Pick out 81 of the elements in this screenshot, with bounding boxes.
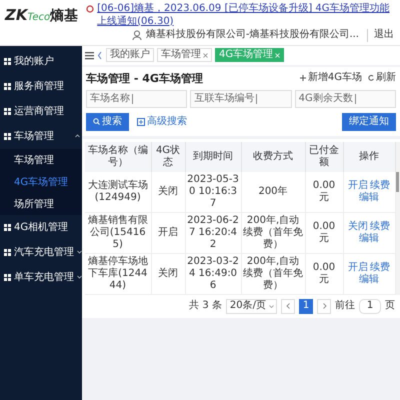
column-header: 收费方式 xyxy=(241,142,305,172)
chevron-down-icon xyxy=(269,304,274,309)
table-cell: 2023-03-24 16:49:06 xyxy=(185,253,241,294)
plus-box-icon xyxy=(137,118,145,126)
grid-icon xyxy=(4,132,11,140)
input-field[interactable]: 4G剩余天数 xyxy=(294,90,396,108)
chevron-right-icon xyxy=(322,303,326,310)
action-link[interactable]: 开启 xyxy=(348,180,368,192)
prev-page-button[interactable] xyxy=(281,298,295,314)
action-link[interactable]: 续费 xyxy=(370,180,390,192)
table-cell: 200年,自动续费（首年免费） xyxy=(241,253,305,294)
notice-icon xyxy=(86,5,94,13)
table-cell: 0.00 元 xyxy=(305,172,343,212)
action-link[interactable]: 编辑 xyxy=(359,232,379,245)
table-cell: 0.00 元 xyxy=(305,253,343,294)
page-size-select[interactable]: 20条/页 xyxy=(226,298,277,314)
page-title: 车场管理 - 4G车场管理 xyxy=(86,72,203,85)
grid-icon xyxy=(4,58,11,64)
grid-icon xyxy=(4,82,11,90)
sidebar-item[interactable]: 场所管理 xyxy=(0,192,82,214)
chevron-left-icon xyxy=(286,303,290,310)
action-link[interactable]: 续费 xyxy=(370,220,390,233)
input-field[interactable]: 互联车场编号 xyxy=(190,90,292,108)
column-header: 车场名称（编号） xyxy=(85,142,151,172)
column-header: 到期时间 xyxy=(185,142,241,172)
toolbar-button[interactable]: 刷新 xyxy=(368,72,396,84)
table-cell: 200年,自动续费（首年免费） xyxy=(241,212,305,254)
grid-icon xyxy=(4,224,11,230)
table-cell: 2023-05-30 10:16:37 xyxy=(185,172,241,212)
chevron-left-icon[interactable] xyxy=(97,50,103,60)
sidebar-item[interactable]: 运营商管理 xyxy=(0,98,82,124)
table-cell: 开启 xyxy=(151,212,185,254)
sidebar-item[interactable]: 车场管理 xyxy=(0,124,82,148)
column-header: 4G状态 xyxy=(151,142,185,172)
grid-icon xyxy=(4,274,11,280)
column-header: 操作 xyxy=(343,142,395,172)
action-link[interactable]: 续费 xyxy=(370,262,390,274)
table-cell: 关闭 xyxy=(151,172,185,212)
user-name: 熵基科技股份有限公司-熵基科技股份有限公司... xyxy=(146,29,359,42)
action-link[interactable]: 编辑 xyxy=(359,192,379,204)
search-icon xyxy=(93,118,100,126)
close-icon[interactable] xyxy=(203,52,208,58)
next-page-button[interactable] xyxy=(317,298,331,314)
logo: ZKTeco熵基 xyxy=(5,6,78,26)
table-cell: 关闭 xyxy=(151,253,185,294)
table-cell: 熵基销售有限公司(154165) xyxy=(85,212,151,254)
grid-icon xyxy=(4,248,11,256)
column-header: 已付金额 xyxy=(305,142,343,172)
table-cell: 0.00 元 xyxy=(305,212,343,254)
sidebar-item[interactable]: 车场管理 xyxy=(0,148,82,170)
tab[interactable]: 我的账户 xyxy=(106,48,154,62)
input-field[interactable]: 车场名称 xyxy=(86,90,188,108)
notify-button[interactable]: 绑定通知 xyxy=(342,112,396,131)
sidebar-item[interactable]: 汽车充电管理 xyxy=(0,240,82,264)
sidebar-item[interactable]: 4G车场管理 xyxy=(0,170,82,192)
sidebar-item[interactable]: 我的账户 xyxy=(0,48,82,74)
action-link[interactable]: 编辑 xyxy=(359,274,379,286)
sidebar-item[interactable]: 单车充电管理 xyxy=(0,264,82,290)
search-button[interactable]: 搜索 xyxy=(86,112,129,131)
table-cell: 熵基停车场地下车库(124444) xyxy=(85,253,151,294)
table-cell: 2023-06-27 16:20:42 xyxy=(185,212,241,254)
grid-icon xyxy=(4,108,11,114)
page-input[interactable]: 1 xyxy=(359,298,381,314)
sidebar-item[interactable]: 服务商管理 xyxy=(0,74,82,98)
total-count: 共 3 条 xyxy=(189,300,222,312)
user-icon xyxy=(132,30,142,40)
action-link[interactable]: 开启 xyxy=(348,262,368,274)
goto-label: 前往 xyxy=(335,300,355,312)
page-number[interactable]: 1 xyxy=(299,298,313,314)
action-link[interactable]: 关闭 xyxy=(348,220,368,233)
menu-icon[interactable] xyxy=(85,50,94,60)
table-cell: 200年 xyxy=(241,172,305,212)
logout-link[interactable]: 退出 xyxy=(367,29,394,42)
table-cell: 大连测试车场(124949) xyxy=(85,172,151,212)
plus-icon xyxy=(300,75,306,82)
refresh-icon xyxy=(368,75,374,82)
page-suffix: 页 xyxy=(385,300,395,312)
tab[interactable]: 车场管理 xyxy=(157,48,212,62)
toolbar-button[interactable]: 新增4G车场 xyxy=(300,72,362,84)
sidebar-item[interactable]: 4G相机管理 xyxy=(0,214,82,240)
advanced-search-link[interactable]: 高级搜索 xyxy=(137,116,187,128)
